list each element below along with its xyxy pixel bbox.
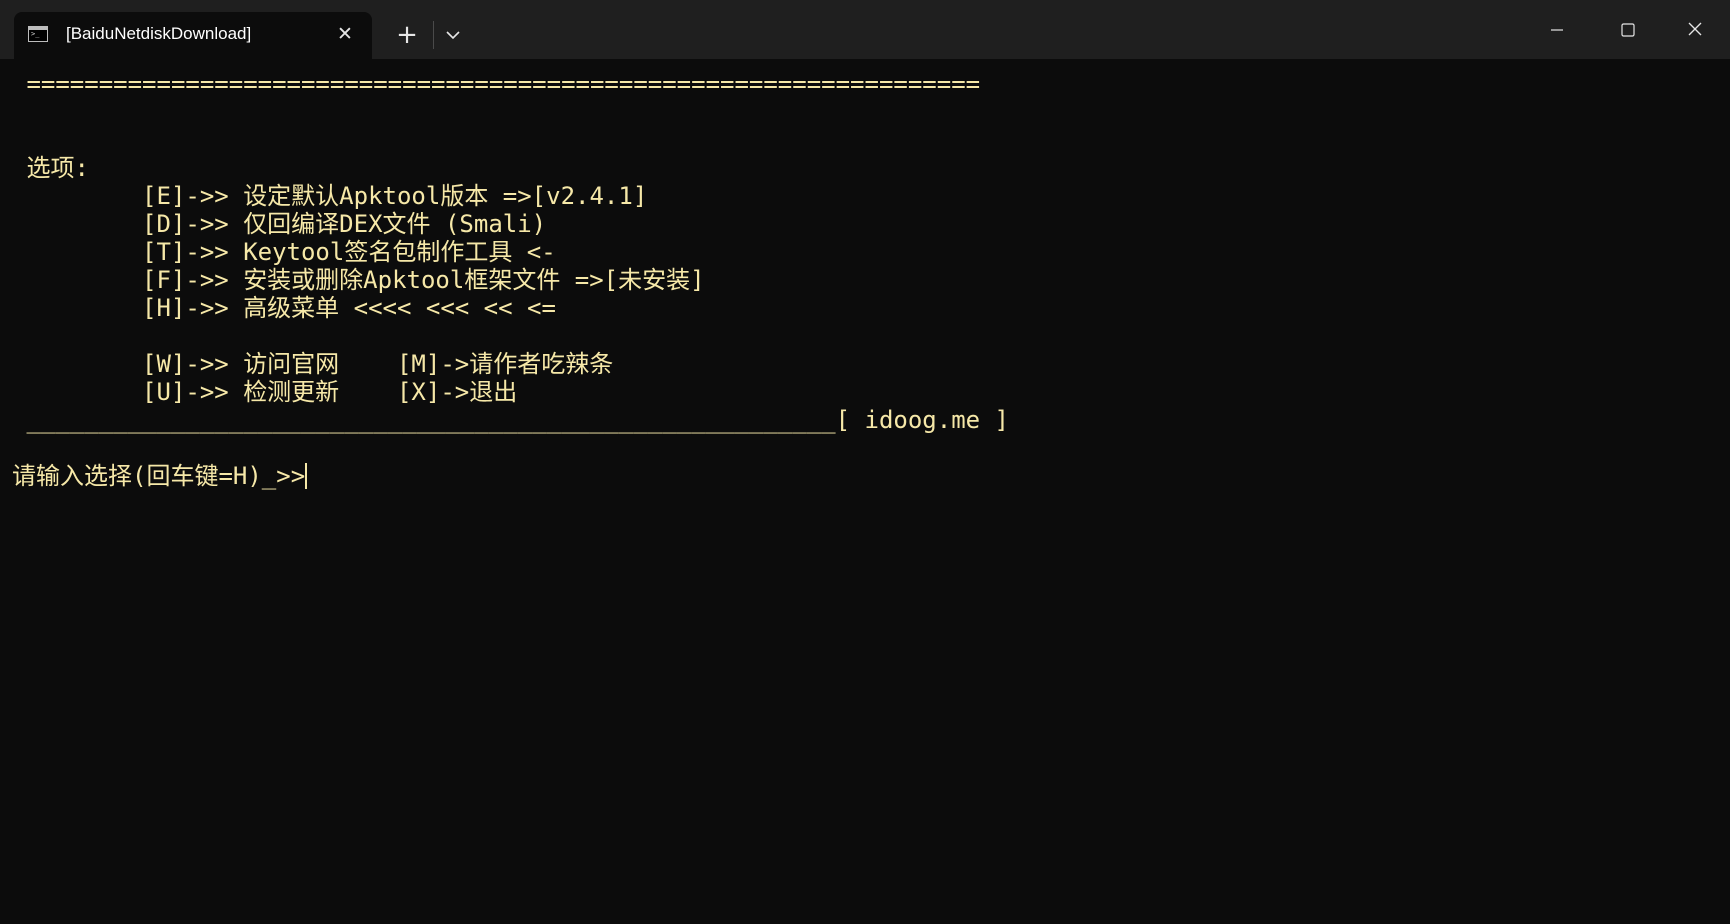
tab-baidunetdiskdownload[interactable]: >_ [BaiduNetdiskDownload] ✕	[14, 12, 372, 59]
terminal-line: [U]->> 检测更新 [X]->退出	[12, 378, 518, 406]
terminal-line: [D]->> 仅回编译DEX文件 (Smali)	[12, 210, 547, 238]
terminal-icon: >_	[28, 26, 48, 42]
chevron-down-icon	[446, 31, 460, 40]
close-icon	[1688, 22, 1702, 36]
maximize-icon	[1621, 23, 1635, 37]
tab-close-button[interactable]: ✕	[332, 21, 358, 47]
input-prompt[interactable]: 请输入选择(回车键=H)_>>	[12, 462, 308, 490]
prompt-text: 请输入选择(回车键=H)_>>	[12, 462, 306, 490]
terminal-line: [F]->> 安装或删除Apktool框架文件 =>[未安装]	[12, 266, 705, 294]
terminal-line: [E]->> 设定默认Apktool版本 =>[v2.4.1]	[12, 182, 648, 210]
plus-icon: +	[396, 20, 418, 50]
tab-separator	[433, 21, 434, 49]
close-window-button[interactable]	[1660, 0, 1730, 59]
terminal-line: 选项:	[12, 154, 89, 182]
terminal-line: ________________________________________…	[12, 406, 1009, 434]
terminal-line: ========================================…	[12, 70, 981, 98]
terminal-output[interactable]: ========================================…	[0, 59, 1730, 924]
tab-dropdown-button[interactable]	[438, 20, 468, 50]
title-bar[interactable]: >_ [BaiduNetdiskDownload] ✕ +	[0, 0, 1730, 59]
text-cursor	[305, 463, 308, 489]
minimize-icon	[1551, 29, 1563, 31]
maximize-button[interactable]	[1592, 0, 1662, 59]
close-icon: ✕	[337, 23, 353, 45]
terminal-line: [T]->> Keytool签名包制作工具 <-	[12, 238, 556, 266]
terminal-line: [H]->> 高级菜单 <<<< <<< << <=	[12, 294, 556, 322]
terminal-line: [W]->> 访问官网 [M]->请作者吃辣条	[12, 350, 614, 378]
terminal-window: >_ [BaiduNetdiskDownload] ✕ + ==========…	[0, 0, 1730, 924]
tab-title: [BaiduNetdiskDownload]	[66, 24, 252, 43]
minimize-button[interactable]	[1522, 0, 1592, 59]
new-tab-button[interactable]: +	[392, 20, 422, 50]
